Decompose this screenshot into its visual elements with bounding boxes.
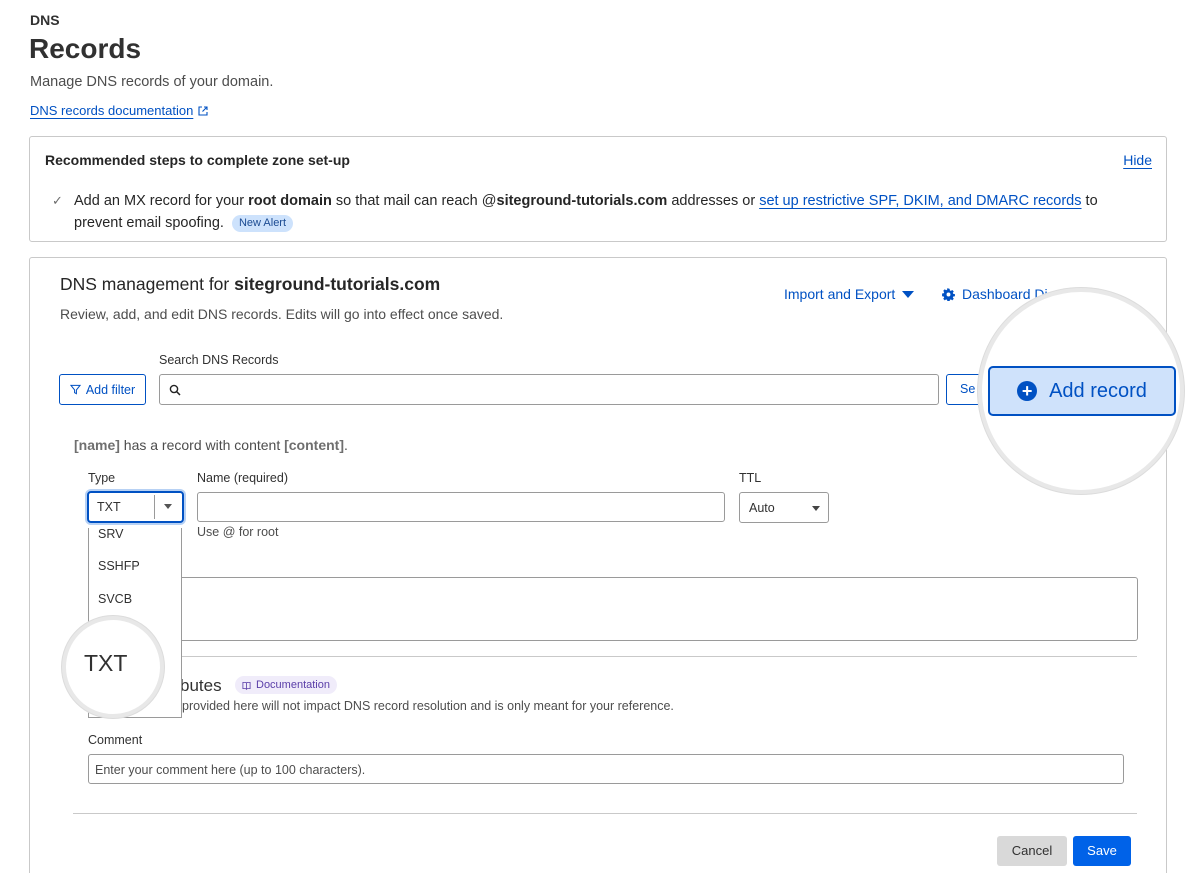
plus-circle-icon: + <box>1017 381 1038 401</box>
record-hint: [name] has a record with content [conten… <box>74 437 348 453</box>
dns-docs-link[interactable]: DNS records documentation <box>30 103 208 118</box>
external-link-icon <box>198 105 208 116</box>
comment-label: Comment <box>88 733 143 747</box>
type-label: Type <box>88 471 116 485</box>
comment-input[interactable]: Enter your comment here (up to 100 chara… <box>88 754 1124 784</box>
hide-link[interactable]: Hide <box>1123 152 1152 168</box>
documentation-badge-label: Documentation <box>256 679 330 691</box>
dropdown-option-txt[interactable]: TXT <box>84 650 127 677</box>
name-label: Name (required) <box>197 471 289 485</box>
type-select-value: TXT <box>97 500 121 514</box>
add-record-button[interactable]: + Add record <box>988 366 1176 416</box>
page-title: Records <box>29 33 142 64</box>
save-button[interactable]: Save <box>1073 836 1131 866</box>
search-icon <box>169 384 181 396</box>
dropdown-option-svcb[interactable]: SVCB <box>98 592 132 606</box>
ttl-select-value: Auto <box>749 501 775 515</box>
hint-end: . <box>344 437 348 453</box>
record-attributes-description: provided here will not impact DNS record… <box>182 699 674 713</box>
step-bold-root-domain: root domain <box>248 193 332 209</box>
type-select[interactable]: TXT <box>87 491 184 523</box>
content-textarea[interactable] <box>88 577 1138 641</box>
divider <box>73 813 1137 814</box>
dns-management-title: DNS management for siteground-tutorials.… <box>60 274 440 295</box>
recommended-steps-title: Recommended steps to complete zone set-u… <box>45 152 350 168</box>
page-description: Manage DNS records of your domain. <box>30 74 274 90</box>
spf-dkim-dmarc-link[interactable]: set up restrictive SPF, DKIM, and DMARC … <box>759 193 1081 209</box>
ttl-select[interactable]: Auto <box>739 492 829 523</box>
hint-name: [name] <box>74 437 120 453</box>
step-text: so that mail can reach @ <box>331 193 497 209</box>
new-alert-badge: New Alert <box>231 215 294 232</box>
magnifier-txt-option: TXT <box>62 616 164 718</box>
filter-icon <box>69 384 81 395</box>
documentation-badge-link[interactable]: Documentation <box>235 676 337 694</box>
divider <box>73 656 1137 657</box>
import-export-button[interactable]: Import and Export <box>784 286 915 302</box>
select-separator <box>154 495 155 519</box>
section-label: DNS <box>30 12 60 28</box>
hint-mid: has a record with content <box>119 437 285 453</box>
add-filter-label: Add filter <box>85 382 136 397</box>
import-export-label: Import and Export <box>784 286 896 302</box>
step-bold-domain: siteground-tutorials.com <box>496 193 668 209</box>
magnifier-add-record: + Add record <box>978 288 1184 494</box>
search-dns-label: Search DNS Records <box>159 353 279 367</box>
name-input[interactable] <box>197 492 725 522</box>
cancel-button[interactable]: Cancel <box>997 836 1067 866</box>
checkmark-icon: ✓ <box>52 193 63 208</box>
chevron-down-icon <box>164 504 172 509</box>
recommended-steps-card: Recommended steps to complete zone set-u… <box>29 136 1167 242</box>
gear-icon <box>942 287 955 301</box>
chevron-down-icon <box>812 506 820 511</box>
record-attributes-title: butes <box>180 676 222 695</box>
comment-placeholder: Enter your comment here (up to 100 chara… <box>95 763 366 777</box>
book-icon <box>242 681 251 690</box>
dns-docs-link-label: DNS records documentation <box>30 103 194 118</box>
add-record-label: Add record <box>1049 379 1147 402</box>
dropdown-option-srv[interactable]: SRV <box>98 528 123 541</box>
dns-management-domain: siteground-tutorials.com <box>234 274 441 294</box>
dns-management-description: Review, add, and edit DNS records. Edits… <box>60 306 504 322</box>
caret-down-icon <box>902 290 915 298</box>
add-filter-button[interactable]: Add filter <box>59 374 146 405</box>
hint-content: [content] <box>284 437 344 453</box>
name-help-text: Use @ for root <box>197 525 279 539</box>
step-text: Add an MX record for your <box>74 193 249 209</box>
dropdown-option-sshfp[interactable]: SSHFP <box>98 559 140 573</box>
ttl-label: TTL <box>739 471 762 485</box>
search-input[interactable] <box>159 374 939 405</box>
step-text: addresses or <box>667 193 760 209</box>
dns-management-title-prefix: DNS management for <box>60 274 235 294</box>
recommended-step-item: ✓ Add an MX record for your root domain … <box>52 190 1132 234</box>
